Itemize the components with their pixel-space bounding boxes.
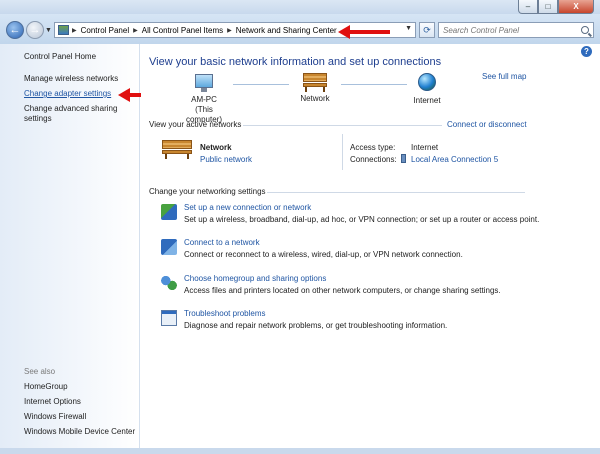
homegroup-description: Access files and printers located on oth… [184, 286, 501, 295]
recent-pages-dropdown[interactable]: ▼ [45, 27, 52, 34]
help-icon[interactable]: ? [581, 46, 592, 57]
sidebar-item-advanced-sharing-cont[interactable]: settings [24, 114, 52, 124]
sidebar-item-advanced-sharing[interactable]: Change advanced sharing [24, 104, 117, 114]
connections-label: Connections: [350, 155, 397, 164]
see-also-homegroup[interactable]: HomeGroup [24, 382, 68, 392]
breadcrumb-network-sharing-center[interactable]: Network and Sharing Center [236, 26, 337, 35]
setup-connection-description: Set up a wireless, broadband, dial-up, a… [184, 215, 540, 224]
navigation-toolbar: ← → ▼ ▶ Control Panel ▶ All Control Pane… [0, 14, 600, 44]
connect-network-description: Connect or reconnect to a wireless, wire… [184, 250, 463, 259]
computer-icon [195, 74, 213, 92]
access-type-label: Access type: [350, 143, 396, 152]
breadcrumb-all-items[interactable]: All Control Panel Items [142, 26, 223, 35]
network-bench-icon [161, 140, 193, 162]
map-node-computer[interactable]: AM-PC (This computer) [179, 74, 229, 125]
close-button[interactable]: X [558, 0, 594, 14]
divider [243, 125, 442, 126]
active-network-name: Network [200, 143, 232, 152]
connect-network-link[interactable]: Connect to a network [184, 238, 260, 247]
map-connector [233, 84, 289, 85]
vertical-divider [342, 134, 343, 170]
connect-disconnect-link[interactable]: Connect or disconnect [447, 120, 527, 129]
minimize-button[interactable]: – [518, 0, 538, 14]
window-controls: – □ X [518, 0, 594, 14]
sidebar-item-change-adapter-settings[interactable]: Change adapter settings [24, 89, 111, 99]
network-type-link[interactable]: Public network [200, 155, 252, 164]
breadcrumb-separator-icon[interactable]: ▶ [227, 27, 232, 34]
window-bottom-border [0, 448, 600, 454]
sidebar-item-control-panel-home[interactable]: Control Panel Home [24, 52, 96, 62]
ethernet-plug-icon [401, 154, 406, 163]
breadcrumb-control-panel[interactable]: Control Panel [81, 26, 129, 35]
internet-label: Internet [413, 96, 441, 105]
homegroup-icon [161, 275, 177, 291]
new-connection-icon [161, 204, 177, 220]
breadcrumb-separator-icon[interactable]: ▶ [72, 27, 77, 34]
globe-icon [418, 73, 436, 91]
map-node-network[interactable]: Network [295, 73, 335, 104]
forward-button[interactable]: → [26, 21, 44, 39]
control-panel-icon [58, 25, 69, 35]
map-connector [341, 84, 407, 85]
search-input[interactable] [443, 25, 579, 35]
back-button[interactable]: ← [6, 21, 24, 39]
main-content: ? View your basic network information an… [141, 44, 594, 448]
see-also-heading: See also [24, 367, 56, 376]
see-also-windows-firewall[interactable]: Windows Firewall [24, 412, 86, 422]
window-titlebar: – □ X [0, 0, 600, 14]
page-title: View your basic network information and … [149, 56, 442, 68]
left-navigation-pane: Control Panel Home Manage wireless netwo… [0, 44, 140, 448]
see-full-map-link[interactable]: See full map [482, 72, 526, 81]
search-box[interactable] [438, 22, 594, 38]
active-networks-label: View your active networks [149, 120, 242, 129]
setup-connection-link[interactable]: Set up a new connection or network [184, 203, 311, 212]
sidebar-item-manage-wireless[interactable]: Manage wireless networks [24, 74, 118, 84]
see-also-mobile-device-center[interactable]: Windows Mobile Device Center [24, 427, 135, 437]
troubleshoot-link[interactable]: Troubleshoot problems [184, 309, 266, 318]
access-type-value: Internet [411, 143, 439, 152]
networking-settings-label: Change your networking settings [149, 187, 266, 196]
see-also-internet-options[interactable]: Internet Options [24, 397, 81, 407]
homegroup-link[interactable]: Choose homegroup and sharing options [184, 274, 326, 283]
troubleshoot-icon [161, 310, 177, 326]
map-node-internet[interactable]: Internet [407, 73, 447, 106]
troubleshoot-description: Diagnose and repair network problems, or… [184, 321, 448, 330]
local-area-connection-link[interactable]: Local Area Connection 5 [411, 155, 498, 164]
refresh-button[interactable]: ⟳ [419, 22, 435, 38]
computer-name: AM-PC [191, 95, 217, 104]
maximize-button[interactable]: □ [538, 0, 558, 14]
connect-network-icon [161, 239, 177, 255]
bench-icon [303, 73, 327, 92]
network-label: Network [300, 94, 330, 103]
address-dropdown-icon[interactable]: ▼ [405, 25, 412, 32]
divider [267, 192, 525, 193]
breadcrumb-separator-icon[interactable]: ▶ [133, 27, 138, 34]
annotation-arrow-address [338, 25, 390, 39]
search-icon[interactable] [581, 26, 589, 34]
